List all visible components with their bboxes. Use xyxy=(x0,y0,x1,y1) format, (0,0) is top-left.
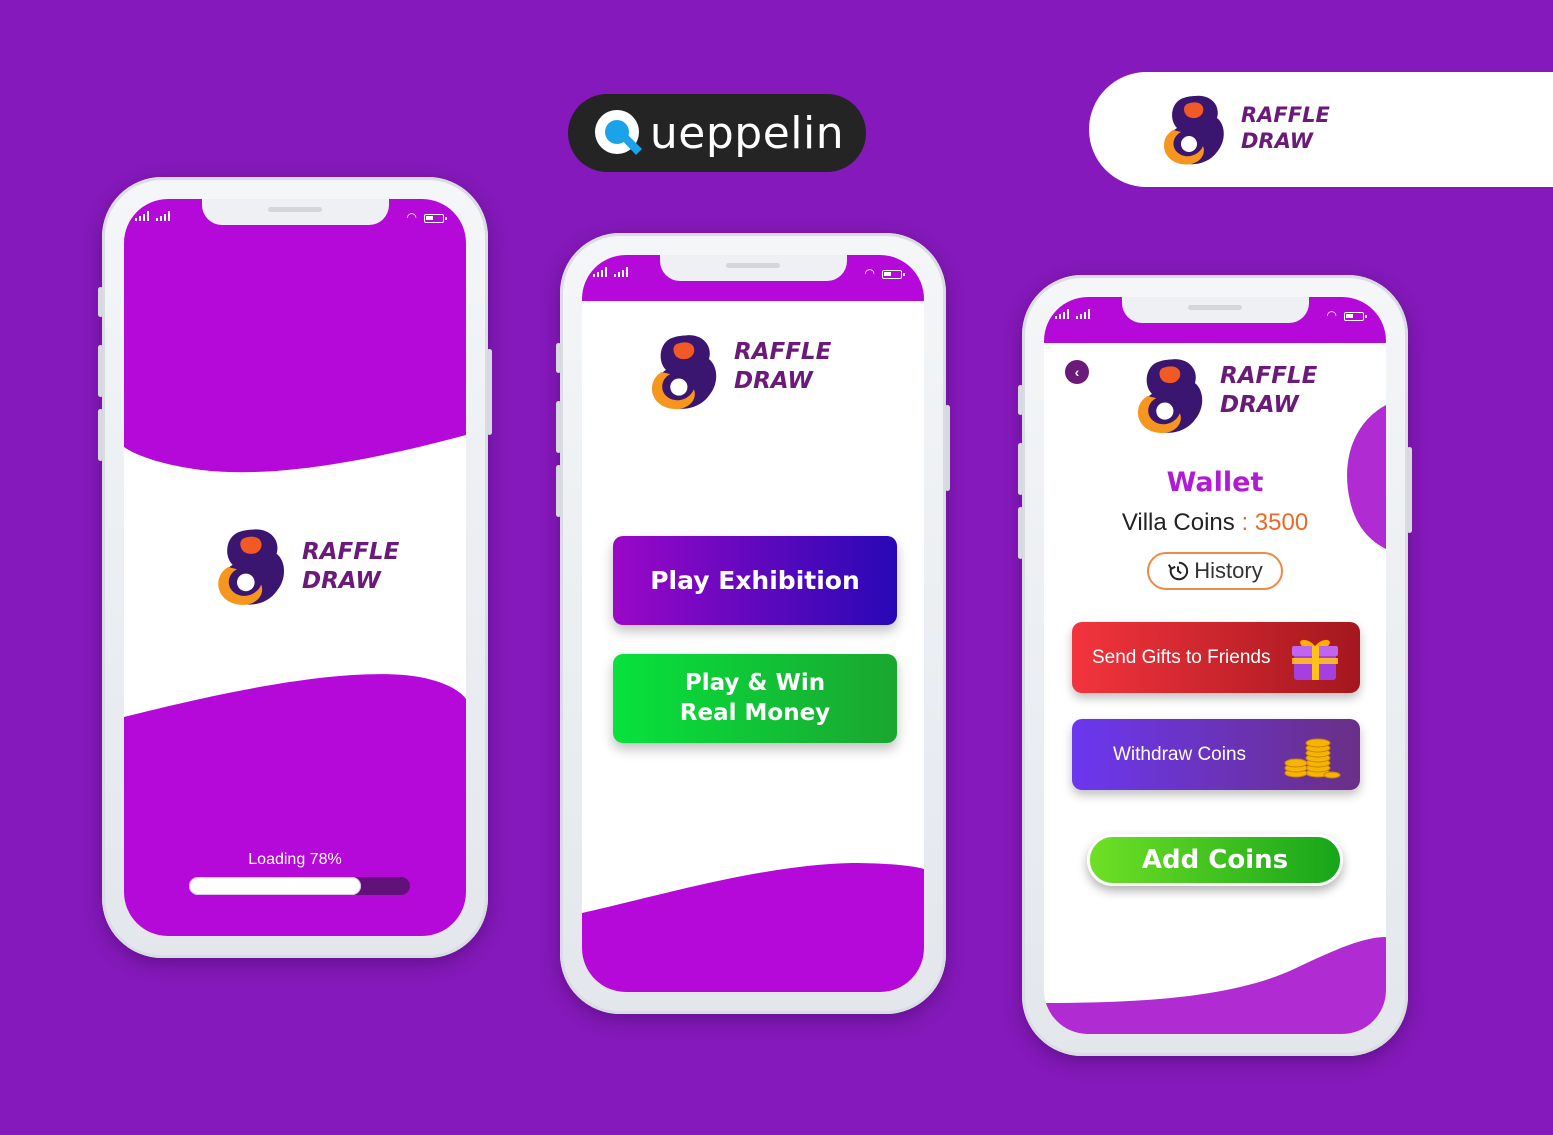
wifi-icon: ◠ xyxy=(1326,308,1337,322)
raffle-logo: RAFFLE DRAW xyxy=(638,329,831,415)
logo-line-2: DRAW xyxy=(734,368,813,394)
raffle-logo-icon xyxy=(1163,95,1224,165)
coins-icon xyxy=(1284,738,1341,779)
phone-wallet: ◠ ‹ RAFFLE DRAW Wallet Villa Coins: 350… xyxy=(1018,275,1412,1056)
logo-line-1: RAFFLE xyxy=(734,339,832,366)
send-gifts-button[interactable]: Send Gifts to Friends xyxy=(1072,622,1360,693)
brand-wordmark: ueppelin xyxy=(649,107,845,159)
signal-icon xyxy=(593,267,628,277)
play-win-label-line-1: Play & Win xyxy=(684,669,826,696)
raffle-logo: RAFFLE DRAW xyxy=(204,523,399,611)
raffle-logo: RAFFLE DRAW xyxy=(1124,353,1317,439)
phone-menu: ◠ RAFFLE DRAW Play Exhibition Play & Win… xyxy=(556,233,950,1014)
loading-progress-fill xyxy=(189,877,362,895)
villa-coins-value: 3500 xyxy=(1254,509,1309,536)
phone-splash: ◠ RAFFLE DRAW Loading 78% xyxy=(98,177,492,958)
phone-notch xyxy=(660,255,847,281)
add-coins-button[interactable]: Add Coins xyxy=(1087,834,1343,886)
raffle-logo-icon xyxy=(218,529,285,605)
wifi-icon: ◠ xyxy=(406,210,417,224)
withdraw-coins-button[interactable]: Withdraw Coins xyxy=(1072,719,1360,790)
wifi-icon: ◠ xyxy=(864,266,875,280)
loading-label: Loading 78% xyxy=(248,851,342,868)
back-arrow-icon[interactable]: ‹ xyxy=(1065,360,1089,384)
villa-coins-separator: : xyxy=(1241,509,1249,536)
villa-coins-balance: Villa Coins : 3500 xyxy=(1044,509,1386,537)
signal-icon xyxy=(135,211,170,221)
send-gifts-label: Send Gifts to Friends xyxy=(1092,646,1271,668)
signal-icon xyxy=(1055,309,1090,319)
raffle-logo-icon xyxy=(651,335,717,410)
battery-icon xyxy=(1344,312,1367,321)
logo-line-2: DRAW xyxy=(1220,392,1299,418)
withdraw-coins-label: Withdraw Coins xyxy=(1113,743,1247,765)
logo-line-2: DRAW xyxy=(302,568,381,594)
raffle-header-pill: RAFFLE DRAW xyxy=(1089,72,1553,187)
history-button[interactable]: History xyxy=(1147,552,1283,590)
wallet-title: Wallet xyxy=(1166,467,1264,498)
logo-line-1: RAFFLE xyxy=(1241,102,1330,127)
battery-icon xyxy=(882,270,905,279)
splash-screen: ◠ RAFFLE DRAW Loading 78% xyxy=(124,199,466,936)
logo-line-1: RAFFLE xyxy=(1220,363,1318,390)
raffle-logo-text: RAFFLE DRAW xyxy=(302,538,399,596)
battery-icon xyxy=(424,214,447,223)
phone-notch xyxy=(1122,297,1309,323)
menu-screen: ◠ RAFFLE DRAW Play Exhibition Play & Win… xyxy=(582,255,924,992)
raffle-logo: RAFFLE DRAW xyxy=(1151,90,1330,170)
loading-progress-bar xyxy=(189,877,410,895)
phone-notch xyxy=(202,199,389,225)
queppelin-brand-pill: ueppelin xyxy=(568,94,866,172)
history-icon xyxy=(1168,561,1189,581)
raffle-logo-text: RAFFLE DRAW xyxy=(1241,102,1330,155)
play-win-real-money-button[interactable]: Play & Win Real Money xyxy=(613,654,897,743)
gift-icon xyxy=(1292,639,1338,680)
play-exhibition-button[interactable]: Play Exhibition xyxy=(613,536,897,625)
play-win-label-line-2: Real Money xyxy=(679,699,831,726)
play-exhibition-label: Play Exhibition xyxy=(650,566,860,595)
wallet-screen: ◠ ‹ RAFFLE DRAW Wallet Villa Coins: 350… xyxy=(1044,297,1386,1034)
logo-line-1: RAFFLE xyxy=(302,539,400,566)
history-label: History xyxy=(1194,558,1263,583)
raffle-logo-text: RAFFLE DRAW xyxy=(1220,362,1317,420)
raffle-logo-icon xyxy=(1137,359,1203,434)
villa-coins-label: Villa Coins xyxy=(1121,509,1235,536)
logo-line-2: DRAW xyxy=(1241,129,1313,153)
add-coins-label: Add Coins xyxy=(1141,845,1289,875)
raffle-logo-text: RAFFLE DRAW xyxy=(734,338,831,396)
queppelin-q-icon xyxy=(590,105,646,161)
